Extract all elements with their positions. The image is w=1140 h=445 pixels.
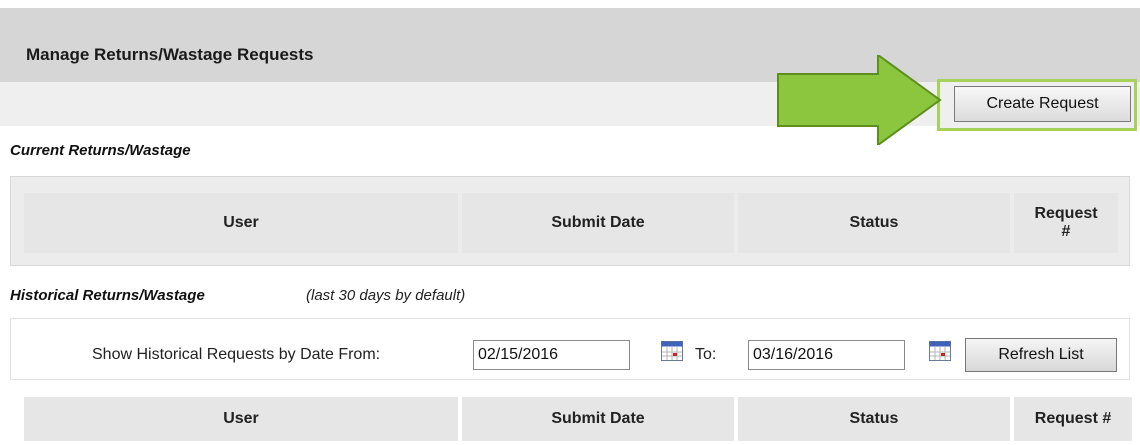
historical-col-status: Status bbox=[738, 397, 1010, 441]
current-section-label: Current Returns/Wastage bbox=[10, 142, 191, 159]
historical-col-request-number: Request # bbox=[1014, 397, 1132, 441]
title-bar: Manage Returns/Wastage Requests bbox=[0, 8, 1140, 82]
page-title: Manage Returns/Wastage Requests bbox=[26, 45, 314, 64]
historical-col-submit-date: Submit Date bbox=[462, 397, 734, 441]
refresh-list-button[interactable]: Refresh List bbox=[965, 338, 1117, 372]
date-from-input[interactable] bbox=[473, 340, 630, 370]
pointer-arrow-icon bbox=[777, 55, 942, 145]
historical-col-user: User bbox=[24, 397, 458, 441]
current-col-status: Status bbox=[738, 193, 1010, 253]
calendar-icon[interactable] bbox=[929, 341, 951, 361]
current-col-user: User bbox=[24, 193, 458, 253]
historical-section-label: Historical Returns/Wastage bbox=[10, 287, 205, 304]
current-col-request-number: Request # bbox=[1014, 193, 1118, 253]
current-col-request-number-label: Request # bbox=[1034, 205, 1098, 240]
calendar-icon[interactable] bbox=[661, 341, 683, 361]
current-col-submit-date: Submit Date bbox=[462, 193, 734, 253]
date-to-input[interactable] bbox=[748, 340, 905, 370]
date-from-label: Show Historical Requests by Date From: bbox=[92, 346, 381, 363]
create-request-button[interactable]: Create Request bbox=[954, 86, 1131, 122]
historical-note: (last 30 days by default) bbox=[306, 287, 466, 304]
date-to-label: To: bbox=[695, 346, 717, 363]
